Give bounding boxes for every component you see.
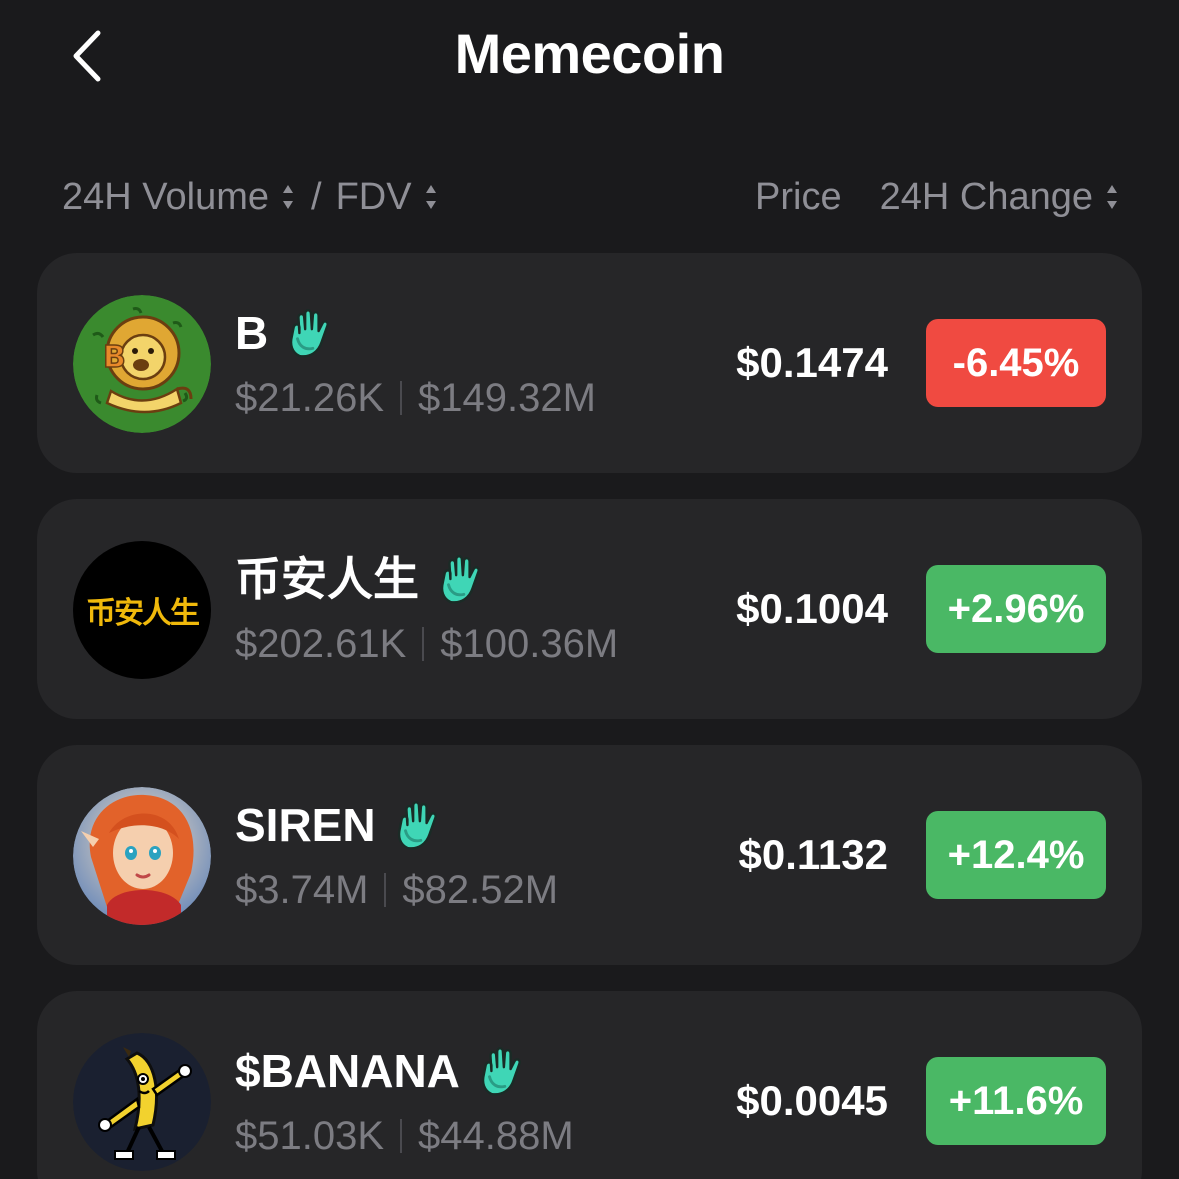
coin-stats: $202.61K $100.36M <box>235 617 618 671</box>
price-column-label: Price <box>755 176 842 218</box>
sort-icon <box>424 182 438 212</box>
lion-avatar-icon: B <box>73 295 211 433</box>
banana-avatar-icon <box>73 1033 211 1171</box>
coin-fdv: $82.52M <box>402 867 559 912</box>
coin-name-row: $BANANA <box>235 1039 524 1103</box>
coin-name-row: SIREN <box>235 793 440 857</box>
hand-badge-icon <box>286 308 332 358</box>
hand-badge-icon <box>394 800 440 850</box>
svg-text:B: B <box>103 340 126 375</box>
column-header-row: 24H Volume / FDV Price 24H Change <box>0 172 1179 222</box>
sort-volume-button[interactable]: 24H Volume <box>62 172 295 222</box>
change-column-label: 24H Change <box>879 176 1093 218</box>
coin-volume: $51.03K <box>235 1113 385 1158</box>
change-badge: +2.96% <box>926 565 1106 653</box>
hand-badge-icon <box>437 554 483 604</box>
coin-fdv: $44.88M <box>418 1113 574 1158</box>
coin-volume: $21.26K <box>235 375 385 420</box>
coin-fdv: $149.32M <box>418 375 596 420</box>
coin-price: $0.1004 <box>736 585 888 632</box>
hand-badge-icon <box>478 1046 524 1096</box>
coin-name-row: 币安人生 <box>235 547 483 611</box>
change-badge: +11.6% <box>926 1057 1106 1145</box>
memecoin-page: Memecoin 24H Volume / FDV Price 24H Chan… <box>0 0 1179 1179</box>
coin-name-row: B <box>235 301 332 365</box>
siren-avatar-icon <box>73 787 211 925</box>
stat-divider <box>422 627 425 661</box>
stat-divider <box>400 1119 403 1153</box>
coin-row-binance-life[interactable]: 币安人生 币安人生 $202.61K $100.36M $0.1004 +2.9… <box>37 499 1142 719</box>
coin-stats: $21.26K $149.32M <box>235 371 596 425</box>
column-header-left: 24H Volume / FDV <box>62 172 438 222</box>
coin-name: SIREN <box>235 799 376 851</box>
binance-life-avatar: 币安人生 <box>73 541 211 679</box>
sort-icon <box>1105 182 1119 212</box>
coin-name: $BANANA <box>235 1045 460 1097</box>
coin-row-siren[interactable]: SIREN $3.74M $82.52M $0.1132 +12.4% <box>37 745 1142 965</box>
coin-fdv: $100.36M <box>440 621 619 666</box>
coin-name: 币安人生 <box>235 552 419 606</box>
change-badge: +12.4% <box>926 811 1106 899</box>
volume-column-label: 24H Volume <box>62 176 270 218</box>
coin-volume: $202.61K <box>235 621 407 666</box>
coin-stats: $3.74M $82.52M <box>235 863 558 917</box>
coin-volume: $3.74M <box>235 867 369 912</box>
column-header-right: Price 24H Change <box>755 172 1119 222</box>
coin-price: $0.1474 <box>736 339 888 386</box>
coin-price: $0.1132 <box>738 831 888 878</box>
coin-row-banana[interactable]: $BANANA $51.03K $44.88M $0.0045 +11.6% <box>37 991 1142 1179</box>
stat-divider <box>384 873 387 907</box>
stat-divider <box>400 381 403 415</box>
page-title: Memecoin <box>454 22 725 85</box>
coin-price: $0.0045 <box>736 1077 888 1124</box>
column-separator: / <box>311 176 322 218</box>
coin-name: B <box>235 307 269 359</box>
coin-stats: $51.03K $44.88M <box>235 1109 574 1163</box>
sort-fdv-button[interactable]: FDV <box>336 172 438 222</box>
change-badge: -6.45% <box>926 319 1106 407</box>
coin-row-b[interactable]: B B $21.26K $149.32M $0.1474 -6.45% <box>37 253 1142 473</box>
sort-change-button[interactable]: 24H Change <box>880 172 1119 222</box>
sort-icon <box>281 182 295 212</box>
fdv-column-label: FDV <box>335 176 412 218</box>
avatar-text: 币安人生 <box>86 596 200 631</box>
